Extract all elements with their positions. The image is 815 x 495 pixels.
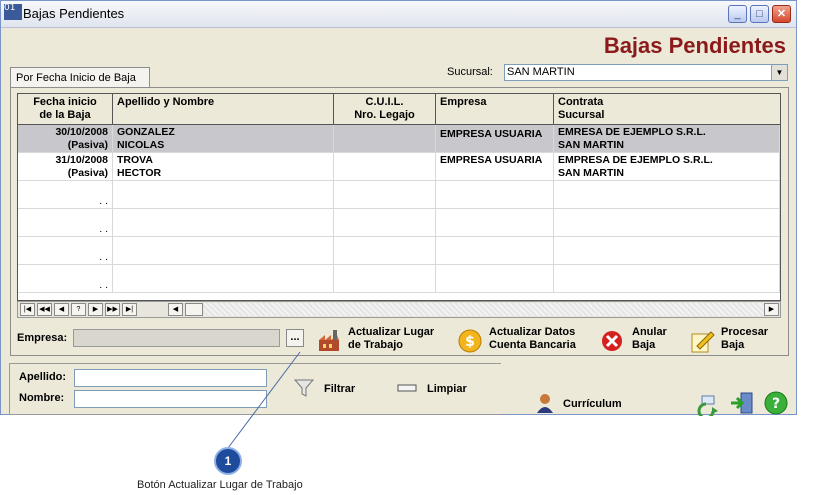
callout-badge: 1 (214, 447, 242, 475)
callout-line (227, 351, 301, 449)
callout-caption: Botón Actualizar Lugar de Trabajo (137, 479, 303, 491)
